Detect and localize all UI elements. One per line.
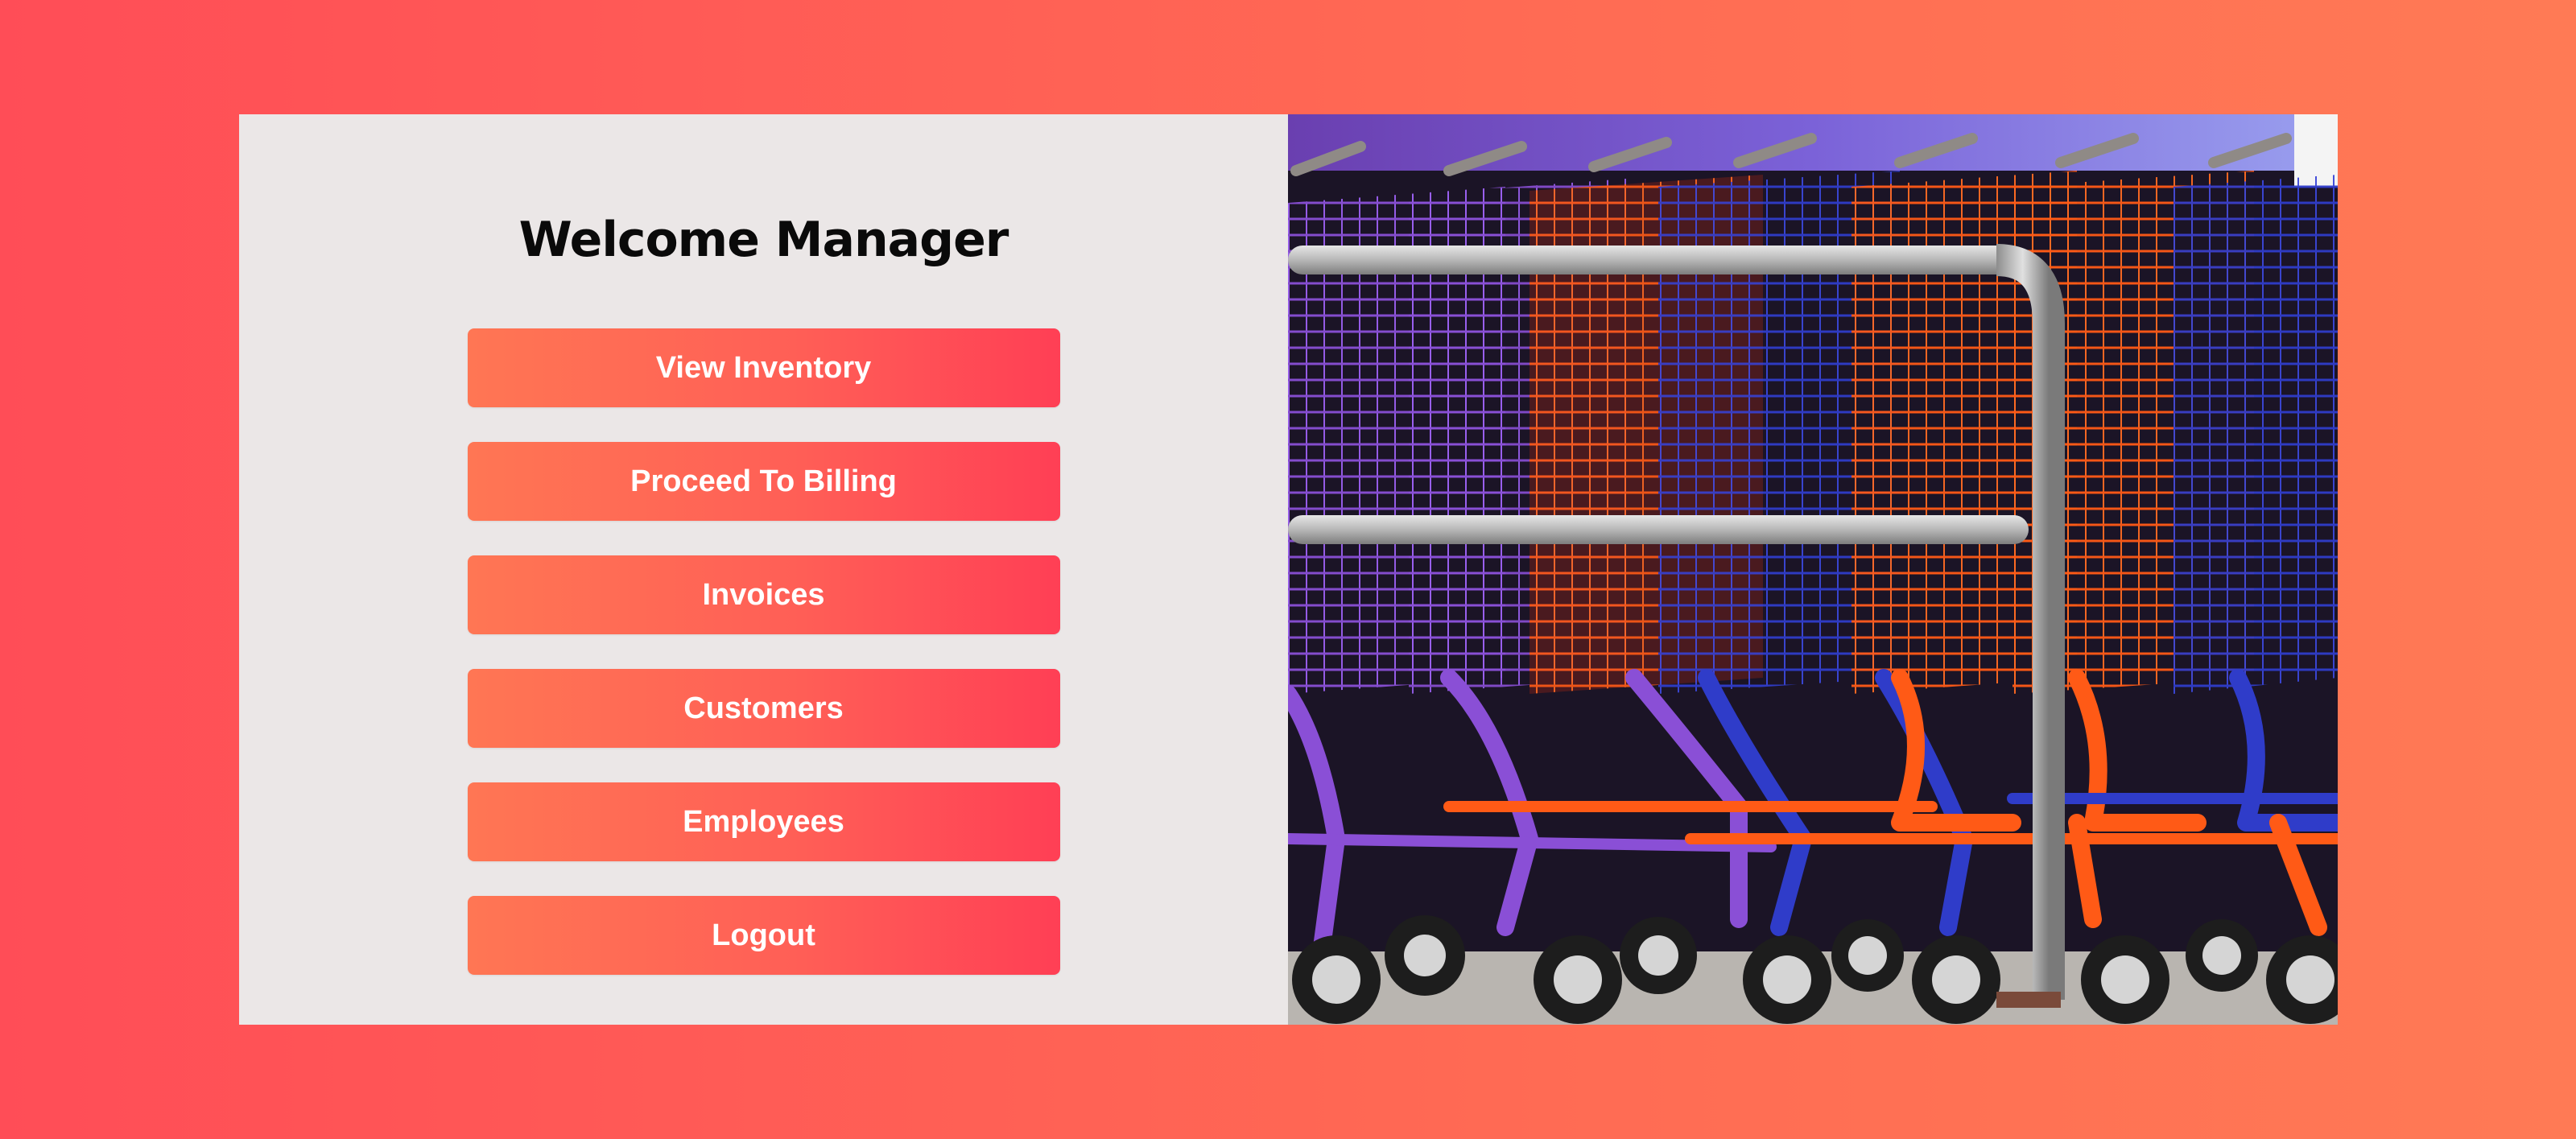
- page-title: Welcome Manager: [518, 212, 1009, 268]
- dashboard-card: Welcome Manager View Inventory Proceed T…: [239, 114, 2338, 1025]
- customers-button[interactable]: Customers: [467, 669, 1060, 748]
- logout-button[interactable]: Logout: [467, 896, 1060, 975]
- shopping-carts-illustration: [1288, 114, 2338, 1025]
- shopping-carts-image: [1288, 114, 2338, 1025]
- employees-button[interactable]: Employees: [467, 782, 1060, 861]
- menu-panel: Welcome Manager View Inventory Proceed T…: [239, 114, 1288, 1025]
- proceed-to-billing-button[interactable]: Proceed To Billing: [467, 442, 1060, 521]
- main-menu: View Inventory Proceed To Billing Invoic…: [467, 328, 1060, 1009]
- view-inventory-button[interactable]: View Inventory: [467, 328, 1060, 407]
- invoices-button[interactable]: Invoices: [467, 555, 1060, 634]
